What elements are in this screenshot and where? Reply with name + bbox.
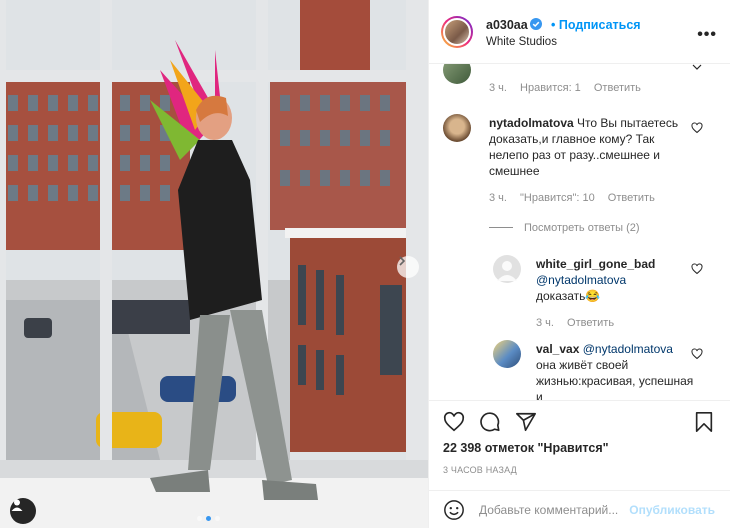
carousel-indicator bbox=[197, 516, 220, 521]
carousel-dot-active bbox=[206, 516, 211, 521]
user-icon bbox=[11, 499, 23, 511]
heart-icon[interactable] bbox=[691, 348, 703, 360]
more-options-icon[interactable]: ••• bbox=[697, 26, 717, 44]
comment-avatar[interactable] bbox=[443, 114, 471, 142]
photo-illustration bbox=[0, 0, 428, 528]
reply-button[interactable]: Ответить bbox=[594, 82, 641, 94]
comment-avatar[interactable] bbox=[493, 340, 521, 368]
post-actions: 22 398 отметок "Нравится" 3 ЧАСОВ НАЗАД bbox=[429, 400, 730, 490]
comment-username[interactable]: val_vax bbox=[536, 342, 579, 356]
post-header: a030aa • Подписаться White Studios ••• bbox=[429, 0, 730, 64]
comment-mention[interactable]: @nytadolmatova bbox=[583, 342, 673, 356]
comment-text: доказать😂 bbox=[536, 289, 601, 303]
reply-button[interactable]: Ответить bbox=[608, 192, 655, 204]
post-timestamp[interactable]: 3 ЧАСОВ НАЗАД bbox=[443, 465, 517, 475]
chevron-down-icon[interactable] bbox=[691, 64, 703, 73]
view-replies-button[interactable]: Посмотреть ответы (2) bbox=[524, 222, 640, 234]
post-location[interactable]: White Studios bbox=[486, 36, 557, 48]
carousel-dot bbox=[215, 516, 220, 521]
carousel-next-button[interactable] bbox=[397, 256, 419, 278]
verified-badge-icon bbox=[530, 18, 542, 30]
comment-avatar[interactable] bbox=[493, 255, 521, 283]
comment-meta: 3 ч. Нравится: 1 Ответить bbox=[489, 82, 651, 94]
comment-meta: 3 ч. "Нравится": 10 Ответить bbox=[489, 192, 665, 204]
like-heart-icon[interactable] bbox=[443, 411, 465, 433]
heart-icon[interactable] bbox=[691, 122, 703, 134]
replies-divider bbox=[489, 227, 513, 228]
carousel-dot bbox=[197, 516, 202, 521]
emoji-icon[interactable] bbox=[443, 499, 465, 521]
comment-username[interactable]: nytadolmatova bbox=[489, 116, 574, 130]
comment-body: nytadolmatova Что Вы пытаетесь доказать,… bbox=[489, 115, 694, 179]
author-avatar[interactable] bbox=[441, 16, 473, 48]
post-photo[interactable] bbox=[0, 0, 428, 528]
bookmark-icon[interactable] bbox=[693, 411, 715, 433]
add-comment-bar: Опубликовать bbox=[429, 490, 730, 528]
comment-time: 3 ч. bbox=[536, 317, 554, 329]
comments-list[interactable]: 3 ч. Нравится: 1 Ответить nytadolmatova … bbox=[429, 64, 730, 400]
comment-time: 3 ч. bbox=[489, 192, 507, 204]
follow-button[interactable]: • Подписаться bbox=[551, 18, 641, 32]
post-side-panel: a030aa • Подписаться White Studios ••• 3… bbox=[428, 0, 730, 528]
comment-icon[interactable] bbox=[479, 411, 501, 433]
comment-text: она живёт своей жизнью:красивая, успешна… bbox=[536, 358, 694, 400]
tagged-users-button[interactable] bbox=[10, 498, 36, 524]
comment-likes[interactable]: Нравится: 1 bbox=[520, 82, 581, 94]
chevron-right-icon bbox=[399, 256, 406, 266]
author-username[interactable]: a030aa bbox=[486, 18, 528, 32]
comment-username[interactable]: white_girl_gone_bad bbox=[536, 257, 655, 271]
publish-button[interactable]: Опубликовать bbox=[629, 503, 715, 517]
comment-meta: 3 ч. Ответить bbox=[536, 317, 624, 329]
comment-mention[interactable]: @nytadolmatova bbox=[536, 273, 626, 287]
share-icon[interactable] bbox=[515, 411, 537, 433]
comment-avatar[interactable] bbox=[443, 64, 471, 84]
comment-body: val_vax @nytadolmatova она живёт своей ж… bbox=[536, 341, 696, 400]
comment-time: 3 ч. bbox=[489, 82, 507, 94]
comment-body: white_girl_gone_bad @nytadolmatova доказ… bbox=[536, 256, 686, 304]
heart-icon[interactable] bbox=[691, 263, 703, 275]
default-avatar-icon bbox=[497, 261, 517, 281]
comment-likes[interactable]: "Нравится": 10 bbox=[520, 192, 595, 204]
reply-button[interactable]: Ответить bbox=[567, 317, 614, 329]
likes-count[interactable]: 22 398 отметок "Нравится" bbox=[443, 441, 609, 455]
